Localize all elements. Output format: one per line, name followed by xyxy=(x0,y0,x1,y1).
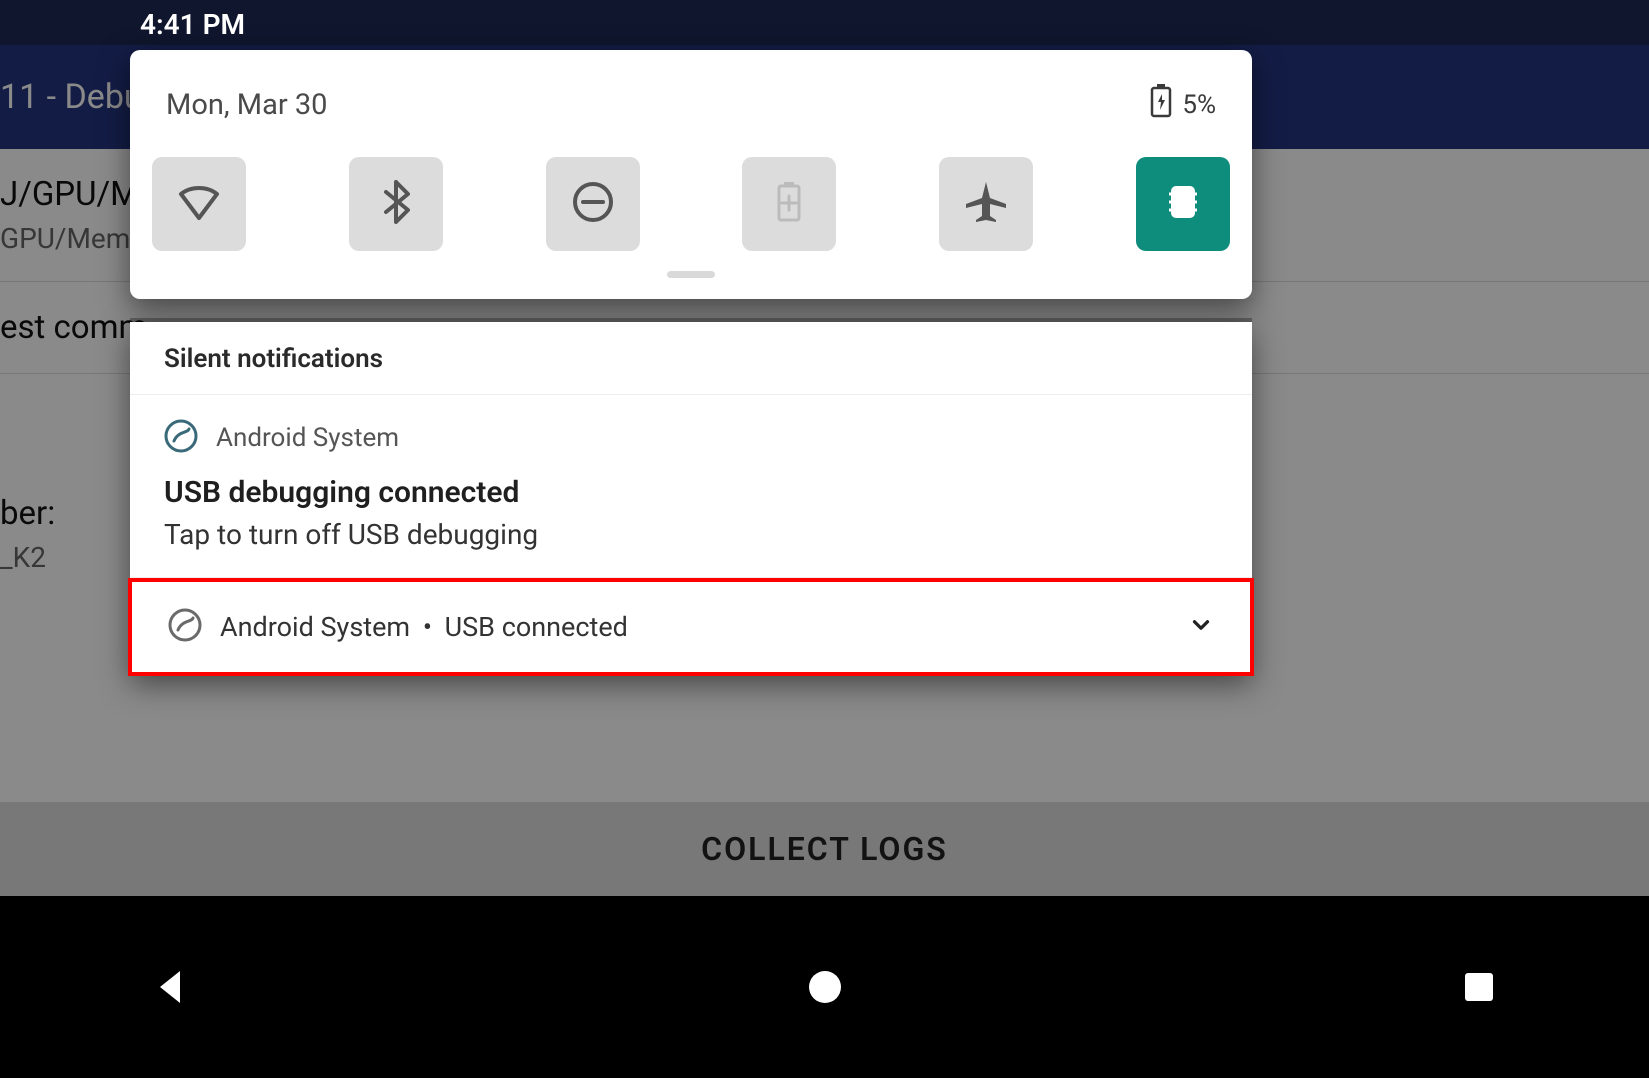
qs-airplane-tile[interactable] xyxy=(939,157,1033,251)
navigation-bar xyxy=(0,896,1649,1078)
quick-settings-panel[interactable]: Mon, Mar 30 5% xyxy=(130,50,1252,299)
notification-item-collapsed[interactable]: Android System • USB connected xyxy=(128,578,1254,676)
do-not-disturb-icon xyxy=(569,178,617,230)
battery-saver-icon xyxy=(765,178,813,230)
notification-app-name: Android System xyxy=(216,423,399,453)
separator-dot: • xyxy=(417,611,438,643)
wifi-icon xyxy=(175,178,223,230)
silent-notifications-header: Silent notifications xyxy=(130,322,1252,395)
qs-date[interactable]: Mon, Mar 30 xyxy=(166,88,327,122)
status-bar: 4:41 PM xyxy=(0,0,1649,48)
status-time: 4:41 PM xyxy=(140,8,245,41)
nav-recents-button[interactable] xyxy=(1449,957,1509,1017)
qs-tiles-row xyxy=(130,139,1252,271)
notification-list: Silent notifications Android System USB … xyxy=(130,322,1252,674)
notification-app-name: Android System xyxy=(220,611,410,643)
notification-summary: USB connected xyxy=(445,611,628,643)
android-system-icon xyxy=(164,419,198,457)
qs-bluetooth-tile[interactable] xyxy=(349,157,443,251)
android-system-icon xyxy=(168,608,202,646)
chevron-down-icon[interactable] xyxy=(1188,612,1214,642)
qs-dnd-tile[interactable] xyxy=(546,157,640,251)
qs-battery[interactable]: 5% xyxy=(1150,84,1216,125)
nav-back-button[interactable] xyxy=(140,957,200,1017)
notification-title: USB debugging connected xyxy=(164,475,1218,510)
battery-charging-icon xyxy=(1150,84,1172,125)
qs-battery-saver-tile[interactable] xyxy=(742,157,836,251)
qs-memory-tile[interactable] xyxy=(1136,157,1230,251)
memory-chip-icon xyxy=(1159,178,1207,230)
bluetooth-icon xyxy=(372,178,420,230)
notification-text: Tap to turn off USB debugging xyxy=(164,518,1218,551)
qs-drag-handle[interactable] xyxy=(130,271,1252,299)
nav-home-button[interactable] xyxy=(795,957,855,1017)
notification-item[interactable]: Android System USB debugging connected T… xyxy=(130,395,1252,578)
qs-battery-pct: 5% xyxy=(1182,90,1216,120)
qs-wifi-tile[interactable] xyxy=(152,157,246,251)
airplane-icon xyxy=(962,178,1010,230)
